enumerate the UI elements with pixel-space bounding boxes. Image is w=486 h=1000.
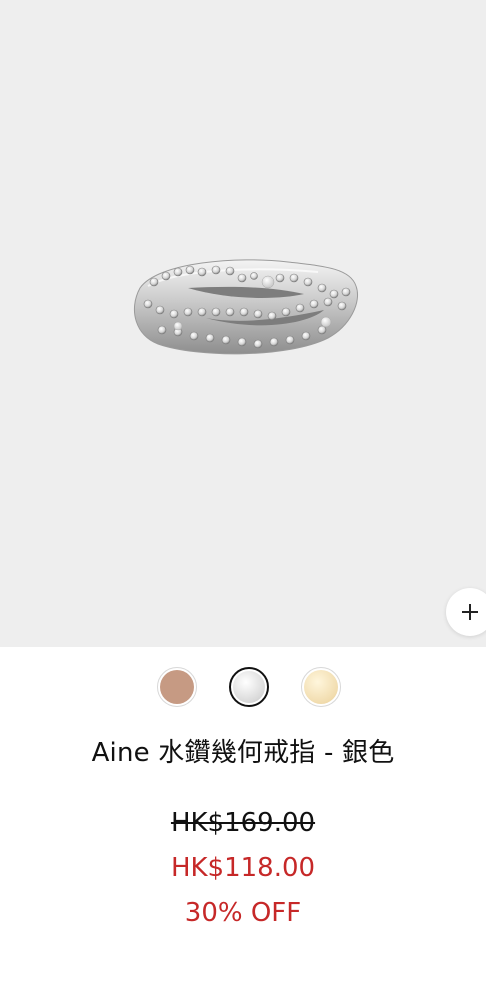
swatch-rose-gold[interactable] (157, 667, 197, 707)
swatch-fill (233, 671, 265, 703)
swatch-gold[interactable] (301, 667, 341, 707)
product-image (133, 259, 358, 355)
original-price: HK$169.00 (170, 808, 316, 838)
plus-icon (462, 604, 478, 620)
swatch-silver[interactable] (229, 667, 269, 707)
product-card: Aine 水鑽幾何戒指 - 銀色 HK$169.00 HK$118.00 30%… (0, 0, 486, 1000)
add-button[interactable] (446, 588, 486, 636)
sale-price: HK$118.00 (170, 853, 316, 883)
product-title[interactable]: Aine 水鑽幾何戒指 - 銀色 (0, 732, 486, 769)
swatch-fill (304, 670, 338, 704)
product-image-area[interactable] (0, 0, 486, 647)
color-swatches (0, 667, 486, 707)
swatch-fill (160, 670, 194, 704)
discount-badge: 30% OFF (184, 898, 302, 928)
